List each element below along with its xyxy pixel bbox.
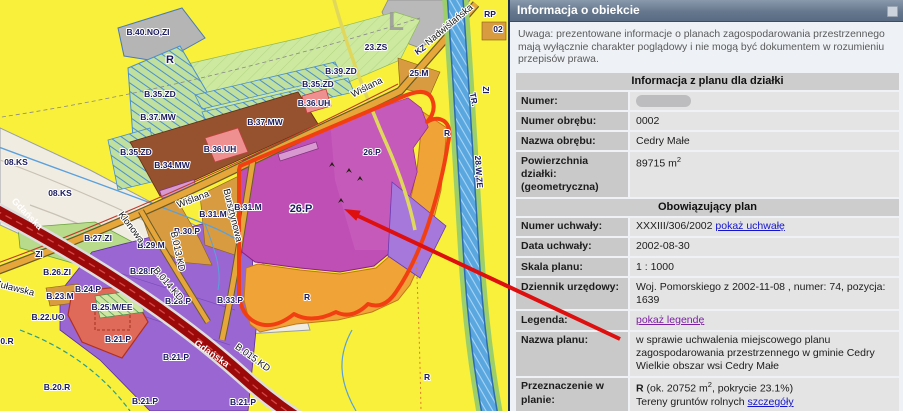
row-value: w sprawie uchwalenia miejscowego planu z… xyxy=(630,332,899,376)
table-row: Legenda: pokaż legendę xyxy=(516,311,899,329)
row-value: pokaż legendę xyxy=(630,311,899,329)
zone-label: B.36.UH xyxy=(298,98,331,108)
zone-label: B.36.UH xyxy=(204,144,237,154)
zone-label: B.20.R xyxy=(44,382,70,392)
row-label: Skala planu: xyxy=(516,258,628,276)
map[interactable]: R R R R B.40.NO,ZI 23.ZS B.39.ZD B.35.ZD B.35.ZD… xyxy=(0,0,510,411)
zone-label: B.21.P xyxy=(230,397,256,407)
row-label: Numer uchwały: xyxy=(516,218,628,236)
zone-label: B.35.ZD xyxy=(120,147,152,157)
zone-label: ZI xyxy=(481,86,491,94)
zone-label: R xyxy=(166,54,174,66)
disclaimer-text: Uwaga: prezentowane informacje o planach… xyxy=(518,29,893,67)
row-value: 2002-08-30 xyxy=(630,238,899,256)
table-row: Skala planu: 1 : 1000 xyxy=(516,258,899,276)
zone-label: RP xyxy=(484,9,496,19)
table-row: Data uchwały: 2002-08-30 xyxy=(516,238,899,256)
zone-label: B.33.P xyxy=(217,295,243,305)
row-label: Powierzchnia działki: (geometryczna) xyxy=(516,152,628,196)
row-value: XXXIII/306/2002 pokaż uchwałę xyxy=(630,218,899,236)
zone-label: B.23.M xyxy=(46,291,73,301)
table-row: Powierzchnia działki: (geometryczna) 897… xyxy=(516,152,899,196)
table-row: Nazwa obrębu: Cedry Małe xyxy=(516,132,899,150)
zone-label: 08.KS xyxy=(4,157,28,167)
zone-label: 26.P xyxy=(290,203,313,215)
row-label: Nazwa obrębu: xyxy=(516,132,628,150)
row-label: Data uchwały: xyxy=(516,238,628,256)
row-value xyxy=(630,92,899,110)
zone-label: B.39.ZD xyxy=(325,66,357,76)
zone-label: B.37.MW xyxy=(140,112,176,122)
zone-label: 0.R xyxy=(0,336,13,346)
row-label: Numer obrębu: xyxy=(516,112,628,130)
zone-label: B.24.P xyxy=(75,284,101,294)
section-header-plan: Obowiązujący plan xyxy=(516,199,899,216)
row-label: Nazwa planu: xyxy=(516,332,628,376)
zone-label: 23.ZS xyxy=(365,42,388,52)
zone-label: B.25.M/EE xyxy=(91,302,132,312)
zone-label: B.31.M xyxy=(199,209,226,219)
zone-label: R xyxy=(444,128,450,138)
zone-label: R xyxy=(424,372,430,382)
row-label: Numer: xyxy=(516,92,628,110)
zone-label: 08.KS xyxy=(48,188,72,198)
section-header-plot: Informacja z planu dla działki xyxy=(516,73,899,90)
zone-label: 25.M xyxy=(410,68,429,78)
zone-label: B.21.P xyxy=(163,352,189,362)
panel-titlebar: Informacja o obiekcie xyxy=(510,0,903,22)
panel-title: Informacja o obiekcie xyxy=(517,3,640,17)
show-legend-link[interactable]: pokaż legendę xyxy=(636,314,704,326)
zone-label: B.21.P xyxy=(105,334,131,344)
row-value: Cedry Małe xyxy=(630,132,899,150)
row-value: 1 : 1000 xyxy=(630,258,899,276)
row-label: Przeznaczenie w planie: xyxy=(516,378,628,411)
table-row: Numer uchwały: XXXIII/306/2002 pokaż uch… xyxy=(516,218,899,236)
zone-label: B.31.M xyxy=(234,202,261,212)
table-row: Numer: xyxy=(516,92,899,110)
zoning-entry: R (ok. 20752 m2, pokrycie 23.1%) Tereny … xyxy=(636,380,893,409)
zone-label: 02 xyxy=(493,24,503,34)
zone-label: B.35.ZD xyxy=(302,79,334,89)
zone-label: B.27.ZI xyxy=(84,233,112,243)
zone-label: B.26.ZI xyxy=(43,267,71,277)
row-value: 0002 xyxy=(630,112,899,130)
row-value: Woj. Pomorskiego z 2002-11-08 , numer: 7… xyxy=(630,278,899,309)
panel-window-icon[interactable] xyxy=(887,6,898,17)
zone-label: B.34.MW xyxy=(154,160,190,170)
table-row: Numer obrębu: 0002 xyxy=(516,112,899,130)
info-table: Informacja z planu dla działki Numer: Nu… xyxy=(516,73,899,411)
zone-label: 26.P xyxy=(363,147,381,157)
row-value: 89715 m2 xyxy=(630,152,899,196)
table-row: Przeznaczenie w planie: R (ok. 20752 m2,… xyxy=(516,378,899,411)
zone-label: R xyxy=(304,292,310,302)
redacted-parcel-number xyxy=(636,95,691,107)
row-value: R (ok. 20752 m2, pokrycie 23.1%) Tereny … xyxy=(630,378,899,411)
zone-label: B.40.NO,ZI xyxy=(127,27,170,37)
zone-label: B.35.ZD xyxy=(144,89,176,99)
table-row: Nazwa planu: w sprawie uchwalenia miejsc… xyxy=(516,332,899,376)
show-resolution-link[interactable]: pokaż uchwałę xyxy=(715,220,784,232)
table-row: Dziennik urzędowy: Woj. Pomorskiego z 20… xyxy=(516,278,899,309)
row-label: Legenda: xyxy=(516,311,628,329)
details-link[interactable]: szczegóły xyxy=(747,396,793,408)
zone-label: ZI xyxy=(35,249,43,259)
info-panel: Informacja o obiekcie Uwaga: prezentowan… xyxy=(508,0,903,411)
zone-label: B.22.UO xyxy=(31,312,64,322)
zone-label: L xyxy=(388,6,404,36)
zone-label: B.37.MW xyxy=(247,117,283,127)
row-label: Dziennik urzędowy: xyxy=(516,278,628,309)
zone-label: B.21.P xyxy=(132,396,158,406)
